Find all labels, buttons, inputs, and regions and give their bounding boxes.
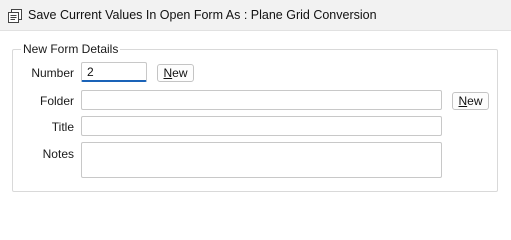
title-label: Title [51,120,74,134]
number-new-button[interactable]: New [157,64,194,82]
form-save-icon [8,9,22,23]
notes-label: Notes [42,147,74,161]
dialog-title: Save Current Values In Open Form As : Pl… [28,8,377,22]
number-new-mnemonic: N [163,66,173,80]
dialog-titlebar: Save Current Values In Open Form As : Pl… [0,0,511,31]
title-field[interactable] [81,116,442,136]
folder-new-mnemonic: N [458,94,468,108]
number-field[interactable] [81,62,147,82]
number-new-label: ew [172,66,188,80]
folder-new-label: ew [467,94,483,108]
folder-field[interactable] [81,90,442,110]
notes-field[interactable] [81,142,442,178]
save-form-dialog: Save Current Values In Open Form As : Pl… [0,0,511,205]
folder-new-button[interactable]: New [452,92,489,110]
group-legend: New Form Details [21,42,121,56]
folder-label: Folder [39,94,74,108]
number-label: Number [31,66,74,80]
